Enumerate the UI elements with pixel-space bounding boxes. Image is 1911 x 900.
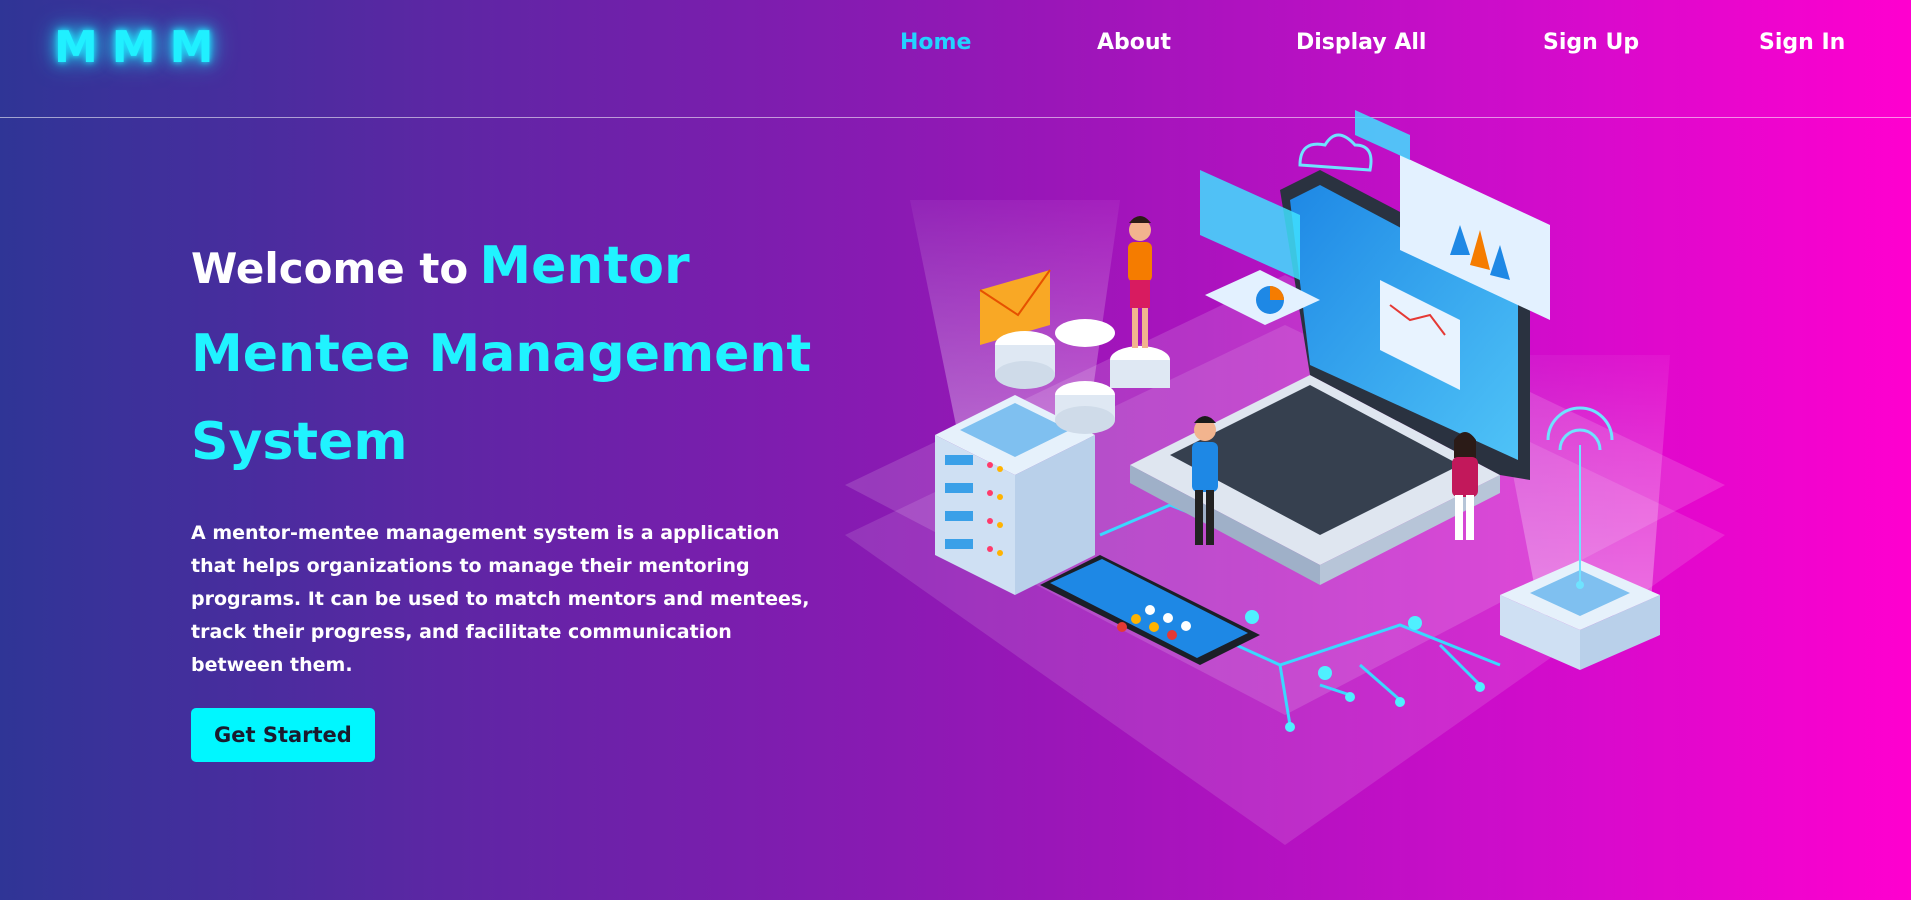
hero-title: Welcome to Mentor Mentee Management Syst…: [191, 225, 831, 489]
nav-link-sign-up[interactable]: Sign Up: [1543, 30, 1639, 55]
isometric-mentoring-tech-illustration-icon: [845, 110, 1725, 845]
nav-link-home[interactable]: Home: [900, 30, 971, 55]
hero-description: A mentor-mentee management system is a a…: [191, 522, 810, 676]
nav-link-display-all[interactable]: Display All: [1296, 30, 1426, 55]
nav-link-sign-in[interactable]: Sign In: [1759, 30, 1845, 55]
hero-illustration: [840, 105, 1740, 845]
nav-link-about[interactable]: About: [1097, 30, 1171, 55]
get-started-button[interactable]: Get Started: [191, 708, 375, 762]
hero-section: Welcome to Mentor Mentee Management Syst…: [191, 225, 831, 762]
navbar: MMM Home About Display All Sign Up Sign …: [0, 0, 1911, 118]
hero-title-prefix: Welcome to: [191, 244, 469, 293]
main-nav: Home About Display All Sign Up Sign In: [0, 30, 1911, 60]
